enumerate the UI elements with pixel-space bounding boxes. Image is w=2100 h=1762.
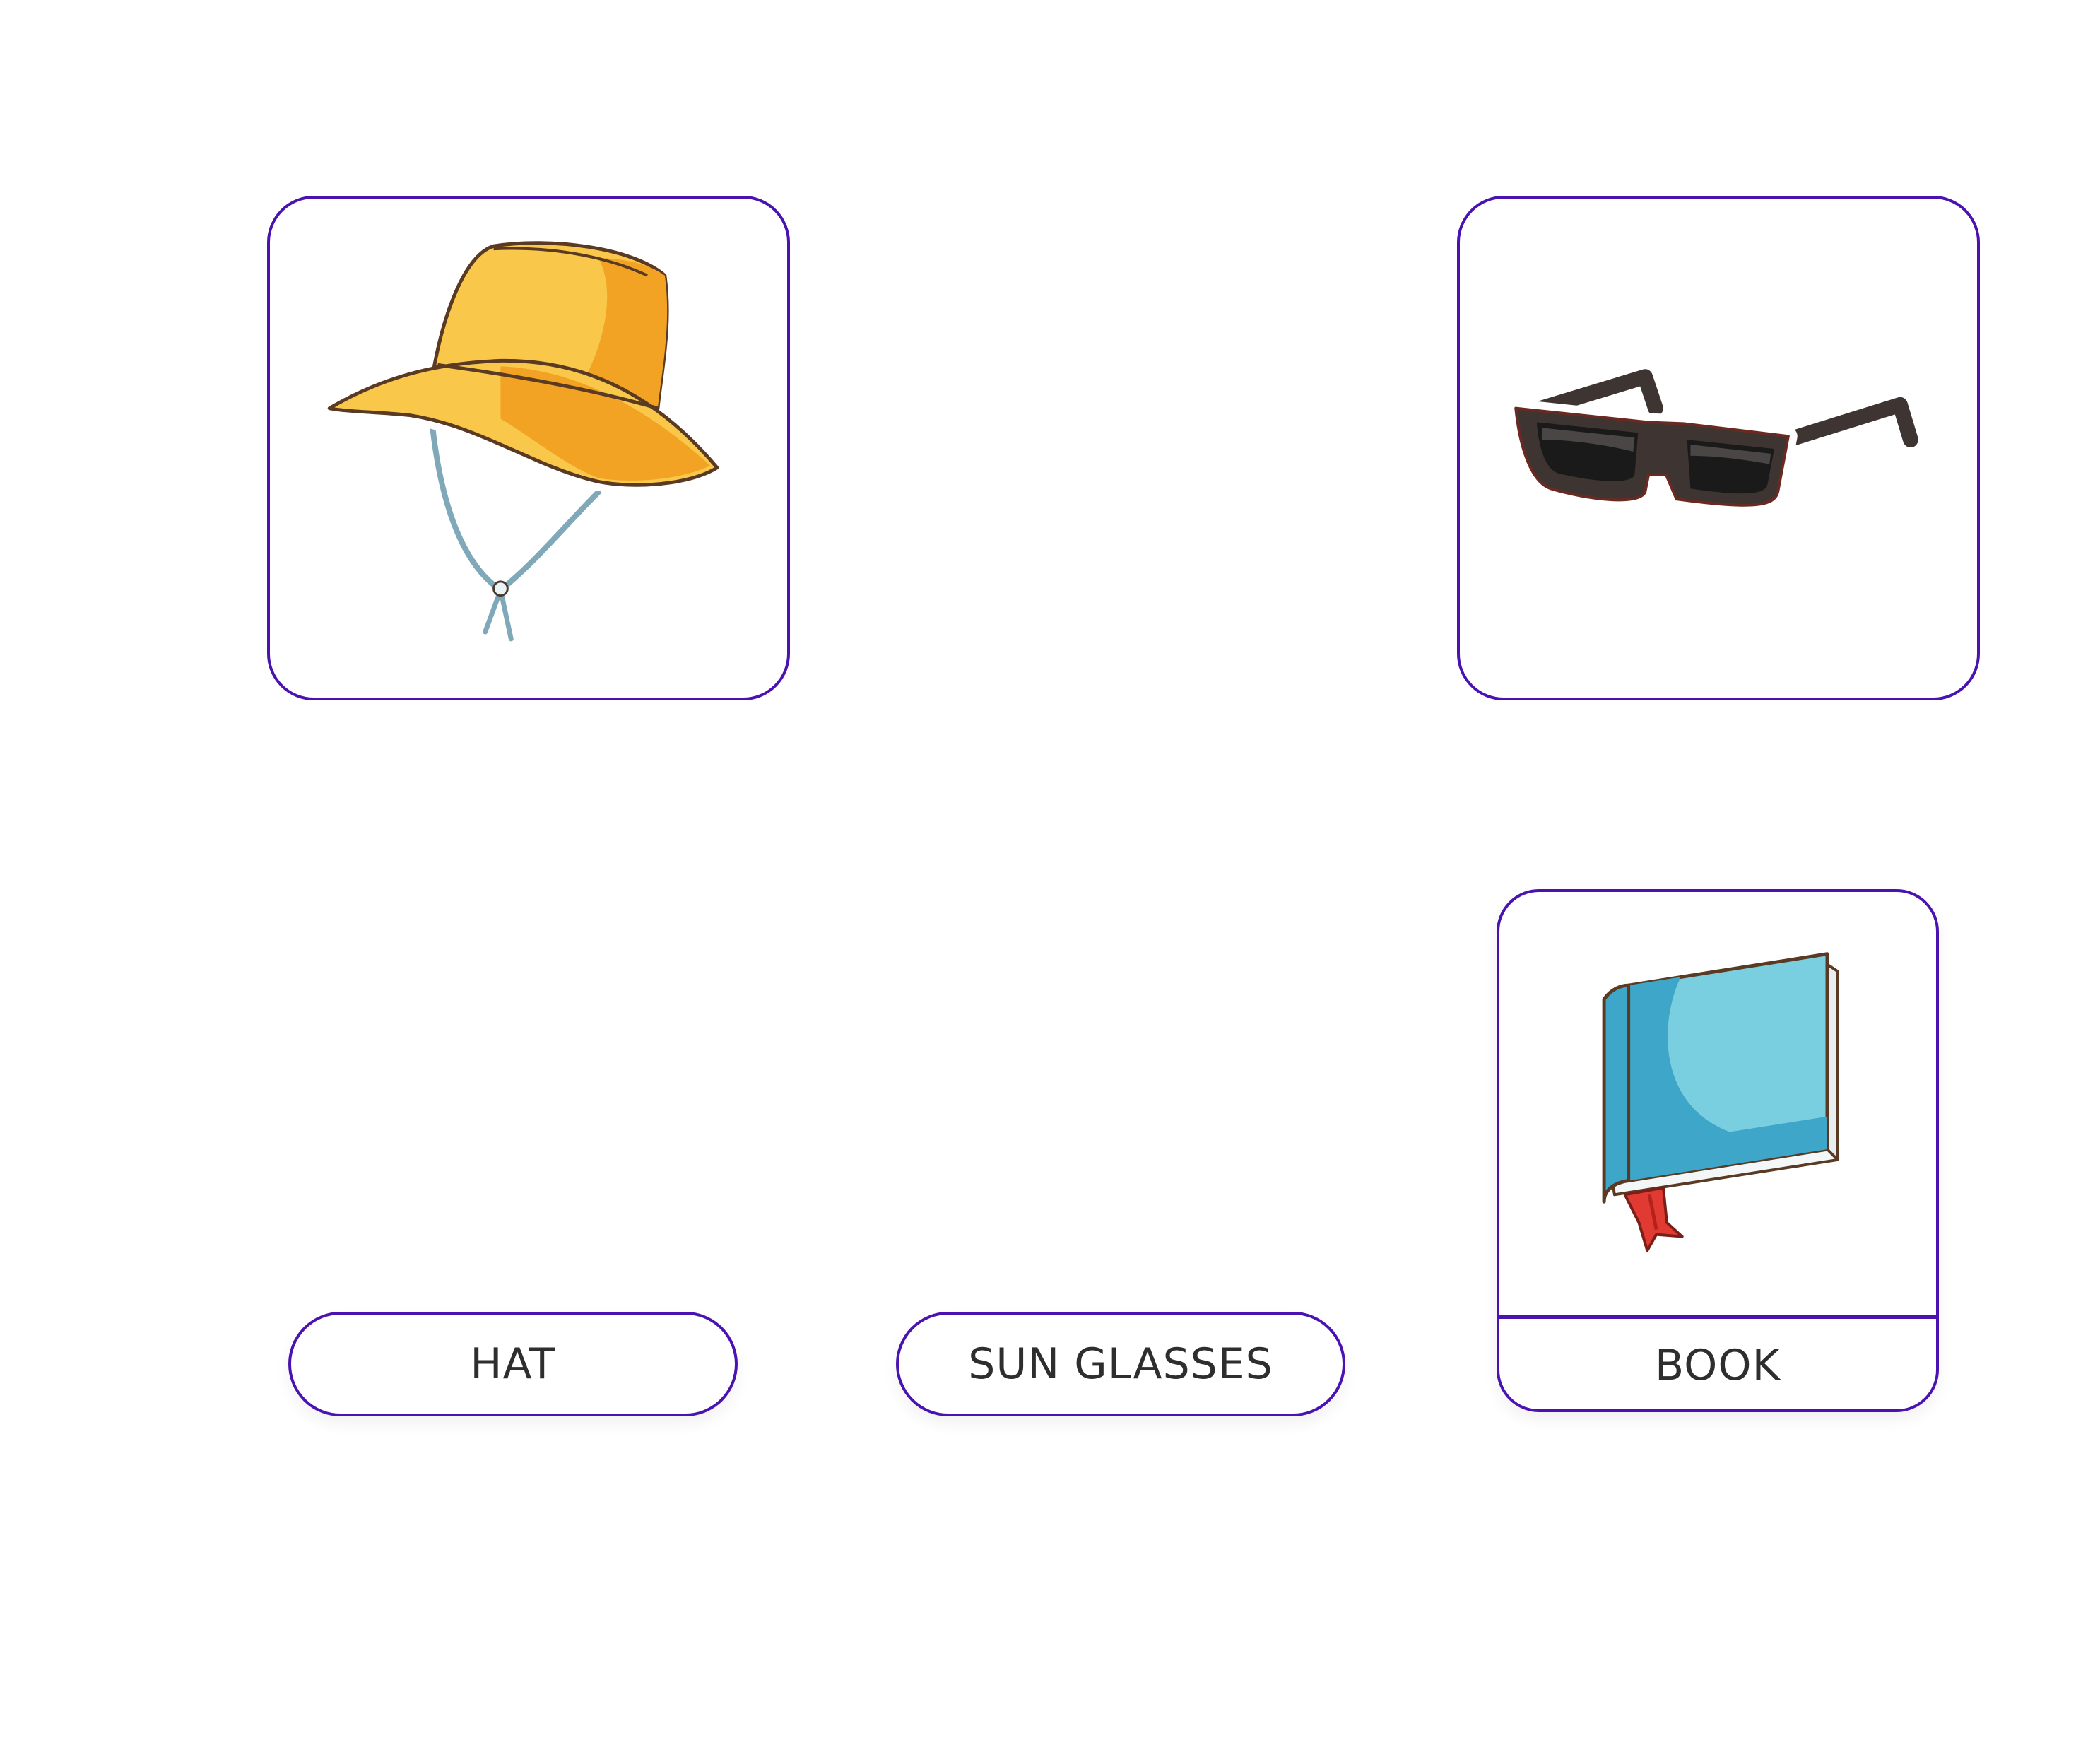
book-label: BOOK: [1499, 1319, 1936, 1409]
book-label-text: BOOK: [1655, 1341, 1781, 1390]
book-matched-card[interactable]: BOOK: [1497, 889, 1939, 1412]
book-icon: [1584, 939, 1852, 1255]
sunglasses-label-button[interactable]: SUN GLASSES: [896, 1312, 1345, 1416]
bucket-hat-icon: [320, 233, 726, 646]
sunglasses-picture-card[interactable]: [1457, 196, 1980, 700]
hat-label-button[interactable]: HAT: [288, 1312, 738, 1416]
book-picture: [1499, 892, 1936, 1315]
sunglasses-icon: [1506, 363, 1925, 515]
hat-picture-card[interactable]: [267, 196, 790, 700]
sunglasses-label-text: SUN GLASSES: [968, 1339, 1273, 1389]
hat-label-text: HAT: [470, 1339, 556, 1389]
